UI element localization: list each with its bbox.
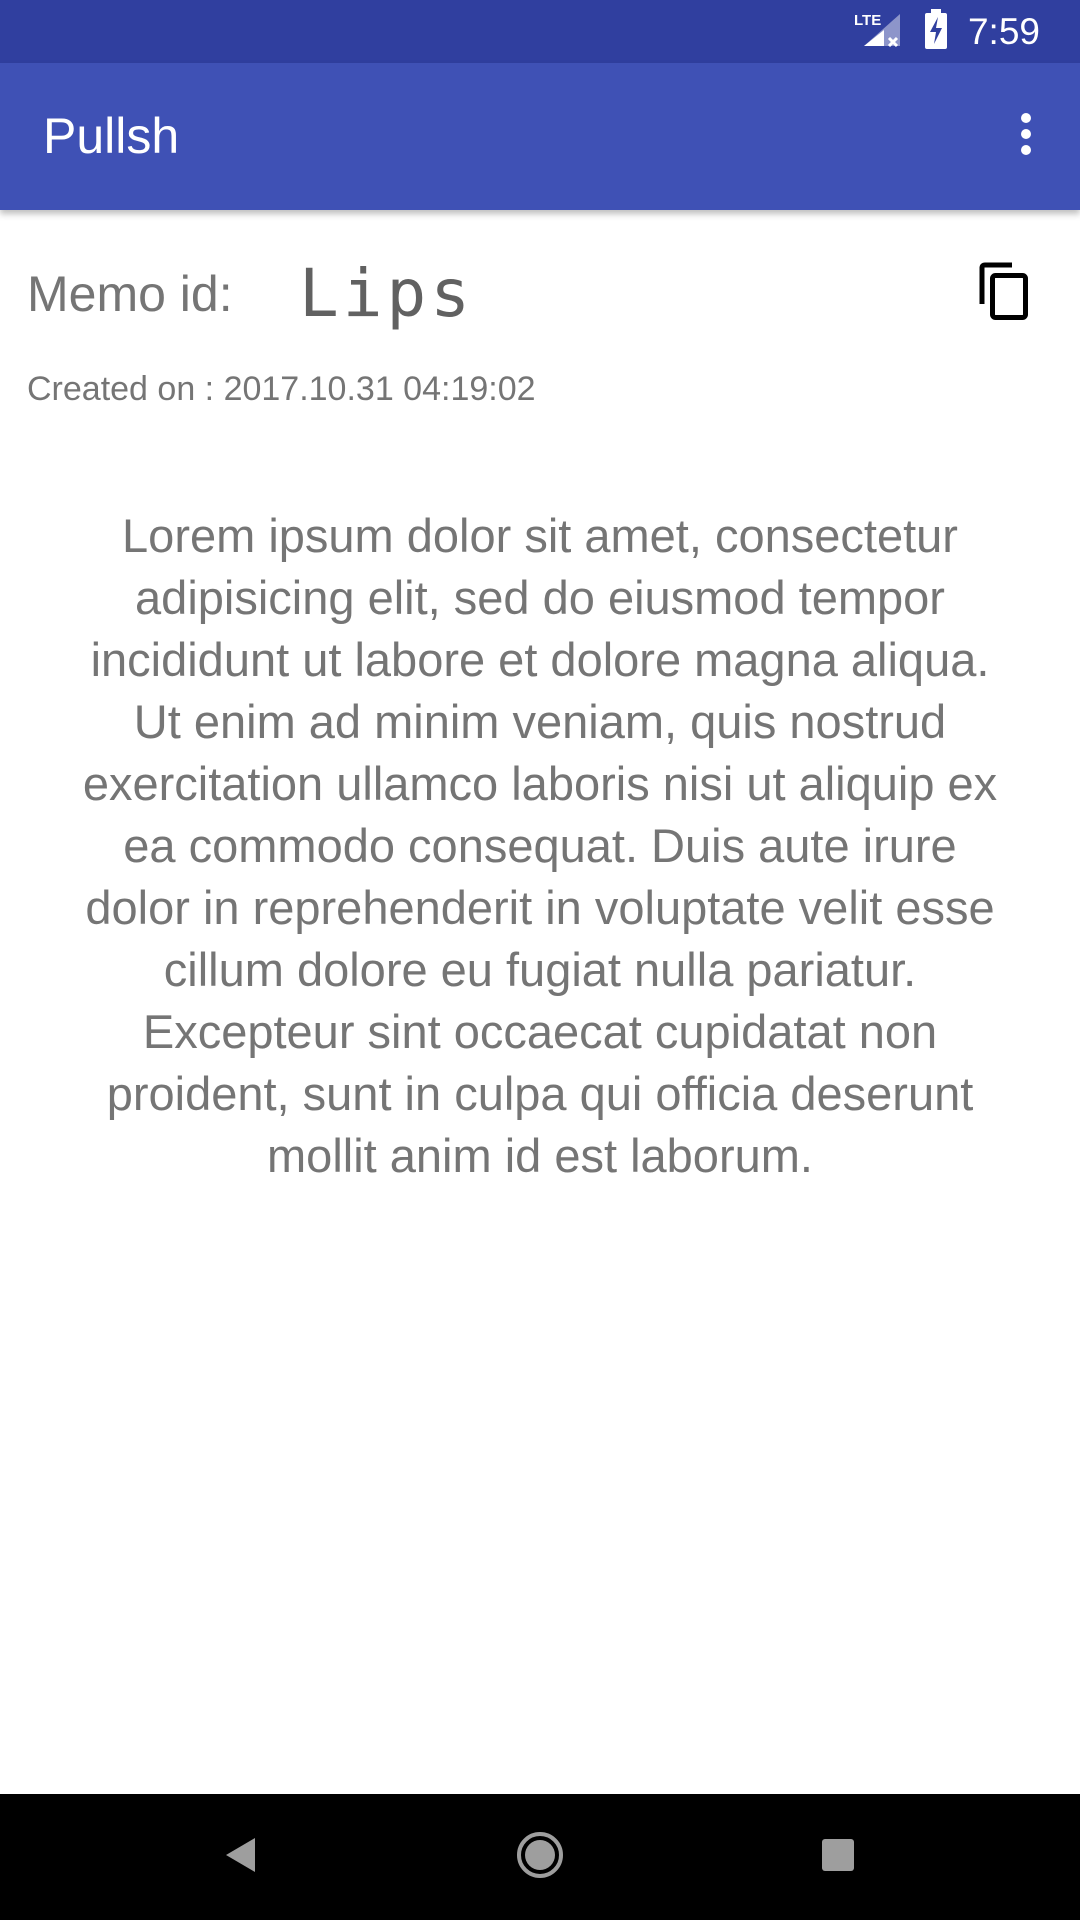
memo-id-label: Memo id: — [27, 266, 233, 322]
app-bar: Pullsh — [0, 63, 1080, 210]
status-time: 7:59 — [967, 10, 1040, 52]
memo-content: Memo id: Lips Created on : 2017.10.31 04… — [0, 210, 1080, 1794]
recents-icon — [821, 1838, 855, 1877]
copy-icon — [976, 262, 1030, 327]
home-button[interactable] — [500, 1817, 580, 1897]
status-bar: LTE 7:59 — [0, 0, 1080, 63]
memo-id-row: Memo id: Lips — [27, 254, 1053, 334]
more-vert-icon — [1020, 112, 1032, 161]
memo-id-value: Lips — [299, 255, 474, 332]
overflow-menu-button[interactable] — [994, 104, 1058, 168]
status-icons: LTE 7:59 — [854, 0, 1040, 63]
navigation-bar — [0, 1794, 1080, 1920]
copy-button[interactable] — [967, 258, 1039, 330]
back-button[interactable] — [200, 1817, 280, 1897]
app-title: Pullsh — [43, 108, 180, 164]
back-icon — [223, 1836, 257, 1879]
lte-signal-icon: LTE — [854, 8, 904, 55]
lte-label: LTE — [854, 12, 881, 29]
home-icon — [515, 1830, 565, 1885]
memo-body-text: Lorem ipsum dolor sit amet, consectetur … — [82, 509, 998, 1182]
created-on-text: Created on : 2017.10.31 04:19:02 — [27, 370, 536, 408]
battery-charging-icon — [924, 9, 948, 54]
recents-button[interactable] — [798, 1817, 878, 1897]
